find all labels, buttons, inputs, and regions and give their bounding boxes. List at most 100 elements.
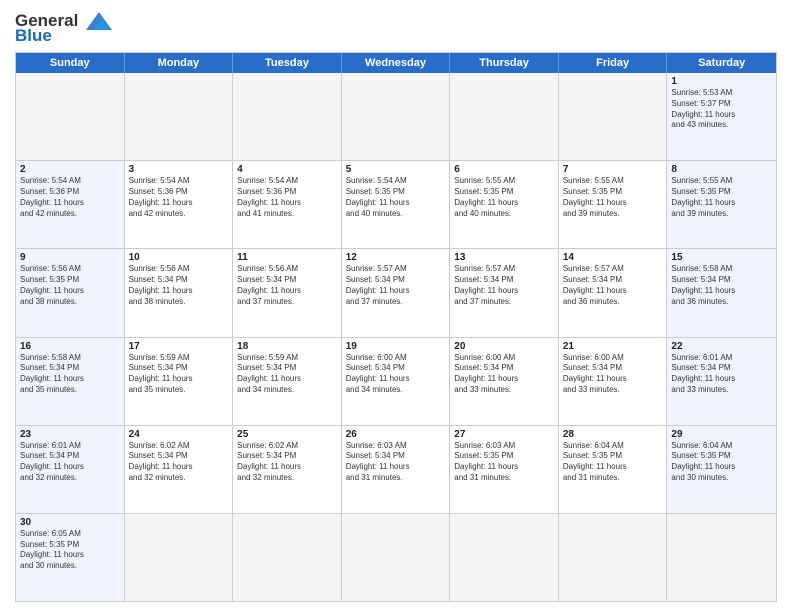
- cell-info-text: Sunrise: 5:56 AM Sunset: 5:34 PM Dayligh…: [237, 264, 337, 307]
- calendar-cell-day-11: 11Sunrise: 5:56 AM Sunset: 5:34 PM Dayli…: [233, 249, 342, 336]
- calendar-cell-day-10: 10Sunrise: 5:56 AM Sunset: 5:34 PM Dayli…: [125, 249, 234, 336]
- logo-icon: [80, 10, 118, 32]
- cell-info-text: Sunrise: 5:56 AM Sunset: 5:35 PM Dayligh…: [20, 264, 120, 307]
- calendar-cell-empty-0-4: [450, 73, 559, 160]
- cell-info-text: Sunrise: 5:54 AM Sunset: 5:36 PM Dayligh…: [237, 176, 337, 219]
- weekday-header-sunday: Sunday: [16, 53, 125, 73]
- logo-area: General Blue: [15, 10, 118, 46]
- calendar-cell-day-20: 20Sunrise: 6:00 AM Sunset: 5:34 PM Dayli…: [450, 338, 559, 425]
- calendar-cell-empty-0-1: [125, 73, 234, 160]
- day-number: 4: [237, 164, 337, 175]
- cell-info-text: Sunrise: 5:59 AM Sunset: 5:34 PM Dayligh…: [237, 353, 337, 396]
- day-number: 12: [346, 252, 446, 263]
- calendar-cell-day-23: 23Sunrise: 6:01 AM Sunset: 5:34 PM Dayli…: [16, 426, 125, 513]
- calendar-cell-empty-0-0: [16, 73, 125, 160]
- calendar-cell-empty-5-1: [125, 514, 234, 601]
- cell-info-text: Sunrise: 5:54 AM Sunset: 5:36 PM Dayligh…: [20, 176, 120, 219]
- calendar-row-5: 30Sunrise: 6:05 AM Sunset: 5:35 PM Dayli…: [16, 514, 776, 601]
- calendar-cell-day-12: 12Sunrise: 5:57 AM Sunset: 5:34 PM Dayli…: [342, 249, 451, 336]
- weekday-header-friday: Friday: [559, 53, 668, 73]
- calendar-row-1: 2Sunrise: 5:54 AM Sunset: 5:36 PM Daylig…: [16, 161, 776, 249]
- cell-info-text: Sunrise: 6:02 AM Sunset: 5:34 PM Dayligh…: [237, 441, 337, 484]
- day-number: 26: [346, 429, 446, 440]
- calendar-cell-day-30: 30Sunrise: 6:05 AM Sunset: 5:35 PM Dayli…: [16, 514, 125, 601]
- cell-info-text: Sunrise: 5:57 AM Sunset: 5:34 PM Dayligh…: [346, 264, 446, 307]
- day-number: 19: [346, 341, 446, 352]
- cell-info-text: Sunrise: 6:04 AM Sunset: 5:35 PM Dayligh…: [671, 441, 772, 484]
- cell-info-text: Sunrise: 5:58 AM Sunset: 5:34 PM Dayligh…: [671, 264, 772, 307]
- day-number: 22: [671, 341, 772, 352]
- calendar-header: SundayMondayTuesdayWednesdayThursdayFrid…: [16, 53, 776, 73]
- calendar-cell-empty-0-3: [342, 73, 451, 160]
- day-number: 27: [454, 429, 554, 440]
- day-number: 2: [20, 164, 120, 175]
- cell-info-text: Sunrise: 6:00 AM Sunset: 5:34 PM Dayligh…: [454, 353, 554, 396]
- calendar-cell-day-3: 3Sunrise: 5:54 AM Sunset: 5:36 PM Daylig…: [125, 161, 234, 248]
- day-number: 17: [129, 341, 229, 352]
- weekday-header-monday: Monday: [125, 53, 234, 73]
- cell-info-text: Sunrise: 5:55 AM Sunset: 5:35 PM Dayligh…: [563, 176, 663, 219]
- cell-info-text: Sunrise: 6:00 AM Sunset: 5:34 PM Dayligh…: [563, 353, 663, 396]
- weekday-header-thursday: Thursday: [450, 53, 559, 73]
- calendar-cell-day-7: 7Sunrise: 5:55 AM Sunset: 5:35 PM Daylig…: [559, 161, 668, 248]
- calendar-cell-day-16: 16Sunrise: 5:58 AM Sunset: 5:34 PM Dayli…: [16, 338, 125, 425]
- day-number: 8: [671, 164, 772, 175]
- calendar-cell-day-17: 17Sunrise: 5:59 AM Sunset: 5:34 PM Dayli…: [125, 338, 234, 425]
- cell-info-text: Sunrise: 6:01 AM Sunset: 5:34 PM Dayligh…: [20, 441, 120, 484]
- day-number: 1: [671, 76, 772, 87]
- day-number: 6: [454, 164, 554, 175]
- calendar-cell-empty-5-4: [450, 514, 559, 601]
- day-number: 23: [20, 429, 120, 440]
- calendar-row-2: 9Sunrise: 5:56 AM Sunset: 5:35 PM Daylig…: [16, 249, 776, 337]
- day-number: 5: [346, 164, 446, 175]
- day-number: 13: [454, 252, 554, 263]
- cell-info-text: Sunrise: 5:55 AM Sunset: 5:35 PM Dayligh…: [671, 176, 772, 219]
- calendar-cell-empty-0-2: [233, 73, 342, 160]
- calendar-cell-day-4: 4Sunrise: 5:54 AM Sunset: 5:36 PM Daylig…: [233, 161, 342, 248]
- day-number: 15: [671, 252, 772, 263]
- calendar-cell-day-9: 9Sunrise: 5:56 AM Sunset: 5:35 PM Daylig…: [16, 249, 125, 336]
- cell-info-text: Sunrise: 5:56 AM Sunset: 5:34 PM Dayligh…: [129, 264, 229, 307]
- calendar-cell-empty-5-2: [233, 514, 342, 601]
- cell-info-text: Sunrise: 6:02 AM Sunset: 5:34 PM Dayligh…: [129, 441, 229, 484]
- cell-info-text: Sunrise: 6:01 AM Sunset: 5:34 PM Dayligh…: [671, 353, 772, 396]
- day-number: 20: [454, 341, 554, 352]
- cell-info-text: Sunrise: 5:58 AM Sunset: 5:34 PM Dayligh…: [20, 353, 120, 396]
- cell-info-text: Sunrise: 5:53 AM Sunset: 5:37 PM Dayligh…: [671, 88, 772, 131]
- cell-info-text: Sunrise: 5:57 AM Sunset: 5:34 PM Dayligh…: [563, 264, 663, 307]
- cell-info-text: Sunrise: 6:04 AM Sunset: 5:35 PM Dayligh…: [563, 441, 663, 484]
- day-number: 21: [563, 341, 663, 352]
- cell-info-text: Sunrise: 6:03 AM Sunset: 5:35 PM Dayligh…: [454, 441, 554, 484]
- day-number: 11: [237, 252, 337, 263]
- header: General Blue: [15, 10, 777, 46]
- calendar-cell-empty-5-6: [667, 514, 776, 601]
- weekday-header-saturday: Saturday: [667, 53, 776, 73]
- day-number: 9: [20, 252, 120, 263]
- day-number: 14: [563, 252, 663, 263]
- day-number: 7: [563, 164, 663, 175]
- logo-text-blue: Blue: [15, 26, 52, 46]
- calendar-cell-empty-5-3: [342, 514, 451, 601]
- calendar: SundayMondayTuesdayWednesdayThursdayFrid…: [15, 52, 777, 602]
- cell-info-text: Sunrise: 6:03 AM Sunset: 5:34 PM Dayligh…: [346, 441, 446, 484]
- weekday-header-wednesday: Wednesday: [342, 53, 451, 73]
- calendar-cell-day-25: 25Sunrise: 6:02 AM Sunset: 5:34 PM Dayli…: [233, 426, 342, 513]
- cell-info-text: Sunrise: 5:55 AM Sunset: 5:35 PM Dayligh…: [454, 176, 554, 219]
- cell-info-text: Sunrise: 5:57 AM Sunset: 5:34 PM Dayligh…: [454, 264, 554, 307]
- day-number: 29: [671, 429, 772, 440]
- calendar-row-4: 23Sunrise: 6:01 AM Sunset: 5:34 PM Dayli…: [16, 426, 776, 514]
- calendar-cell-day-18: 18Sunrise: 5:59 AM Sunset: 5:34 PM Dayli…: [233, 338, 342, 425]
- day-number: 28: [563, 429, 663, 440]
- weekday-header-tuesday: Tuesday: [233, 53, 342, 73]
- calendar-cell-day-1: 1Sunrise: 5:53 AM Sunset: 5:37 PM Daylig…: [667, 73, 776, 160]
- calendar-cell-day-13: 13Sunrise: 5:57 AM Sunset: 5:34 PM Dayli…: [450, 249, 559, 336]
- calendar-cell-day-5: 5Sunrise: 5:54 AM Sunset: 5:35 PM Daylig…: [342, 161, 451, 248]
- calendar-cell-empty-0-5: [559, 73, 668, 160]
- cell-info-text: Sunrise: 5:54 AM Sunset: 5:35 PM Dayligh…: [346, 176, 446, 219]
- cell-info-text: Sunrise: 5:54 AM Sunset: 5:36 PM Dayligh…: [129, 176, 229, 219]
- day-number: 10: [129, 252, 229, 263]
- calendar-cell-day-27: 27Sunrise: 6:03 AM Sunset: 5:35 PM Dayli…: [450, 426, 559, 513]
- calendar-cell-day-2: 2Sunrise: 5:54 AM Sunset: 5:36 PM Daylig…: [16, 161, 125, 248]
- calendar-cell-day-22: 22Sunrise: 6:01 AM Sunset: 5:34 PM Dayli…: [667, 338, 776, 425]
- cell-info-text: Sunrise: 6:05 AM Sunset: 5:35 PM Dayligh…: [20, 529, 120, 572]
